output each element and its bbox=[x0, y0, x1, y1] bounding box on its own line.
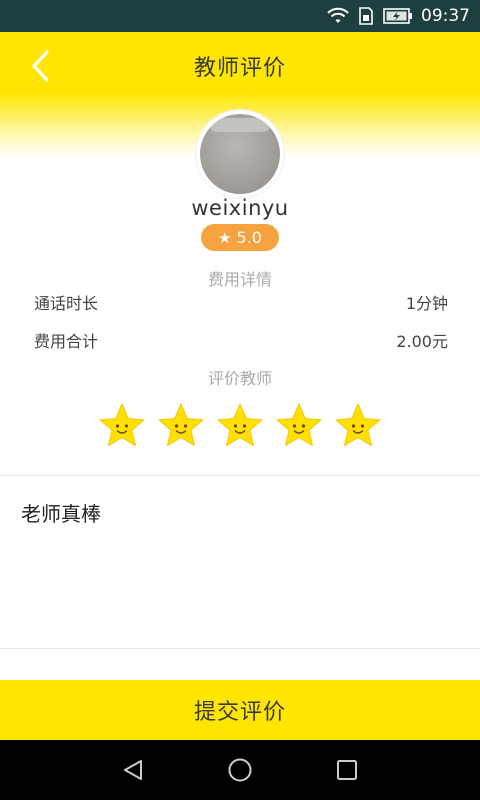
back-triangle-icon bbox=[124, 760, 143, 780]
rating-star-1[interactable] bbox=[98, 402, 146, 448]
divider bbox=[0, 648, 480, 649]
rating-star-4[interactable] bbox=[275, 402, 323, 448]
fee-row-total: 费用合计 2.00元 bbox=[34, 328, 448, 352]
evaluation-section-label: 评价教师 bbox=[207, 369, 272, 388]
smiley-star-icon bbox=[99, 403, 145, 447]
nav-back-button[interactable] bbox=[113, 750, 153, 790]
smiley-star-icon bbox=[335, 403, 381, 447]
status-time: 09:37 bbox=[421, 6, 470, 26]
recents-square-icon bbox=[336, 760, 357, 780]
smiley-star-icon bbox=[217, 403, 263, 447]
home-circle-icon bbox=[228, 758, 252, 782]
fee-value: 1分钟 bbox=[405, 294, 448, 313]
page-title: 教师评价 bbox=[193, 56, 286, 81]
submit-button[interactable]: 提交评价 bbox=[0, 680, 480, 740]
submit-label: 提交评价 bbox=[193, 700, 286, 725]
star-icon: ★ bbox=[218, 228, 232, 247]
rating-star-2[interactable] bbox=[157, 402, 205, 448]
fee-label: 费用合计 bbox=[34, 332, 99, 351]
wifi-icon bbox=[327, 7, 349, 25]
rating-star-5[interactable] bbox=[334, 402, 382, 448]
smiley-star-icon bbox=[158, 403, 204, 447]
sim-icon bbox=[359, 7, 373, 25]
star-rating bbox=[98, 402, 382, 448]
fee-row-duration: 通话时长 1分钟 bbox=[34, 290, 448, 314]
comment-input[interactable]: 老师真棒 bbox=[0, 476, 480, 648]
battery-icon bbox=[383, 8, 413, 24]
fee-label: 通话时长 bbox=[34, 294, 99, 313]
comment-text: 老师真棒 bbox=[21, 502, 101, 526]
teacher-name: weixinyu bbox=[191, 196, 289, 220]
avatar-image bbox=[200, 114, 280, 194]
avatar bbox=[196, 110, 284, 198]
rating-badge: ★ 5.0 bbox=[201, 224, 279, 251]
rating-value: 5.0 bbox=[236, 228, 262, 247]
smiley-star-icon bbox=[276, 403, 322, 447]
nav-home-button[interactable] bbox=[220, 750, 260, 790]
nav-recents-button[interactable] bbox=[327, 750, 367, 790]
rating-star-3[interactable] bbox=[216, 402, 264, 448]
status-bar: 09:37 bbox=[0, 0, 480, 32]
fee-value: 2.00元 bbox=[396, 332, 448, 351]
navigation-bar bbox=[0, 740, 480, 800]
fee-section-label: 费用详情 bbox=[207, 270, 272, 289]
